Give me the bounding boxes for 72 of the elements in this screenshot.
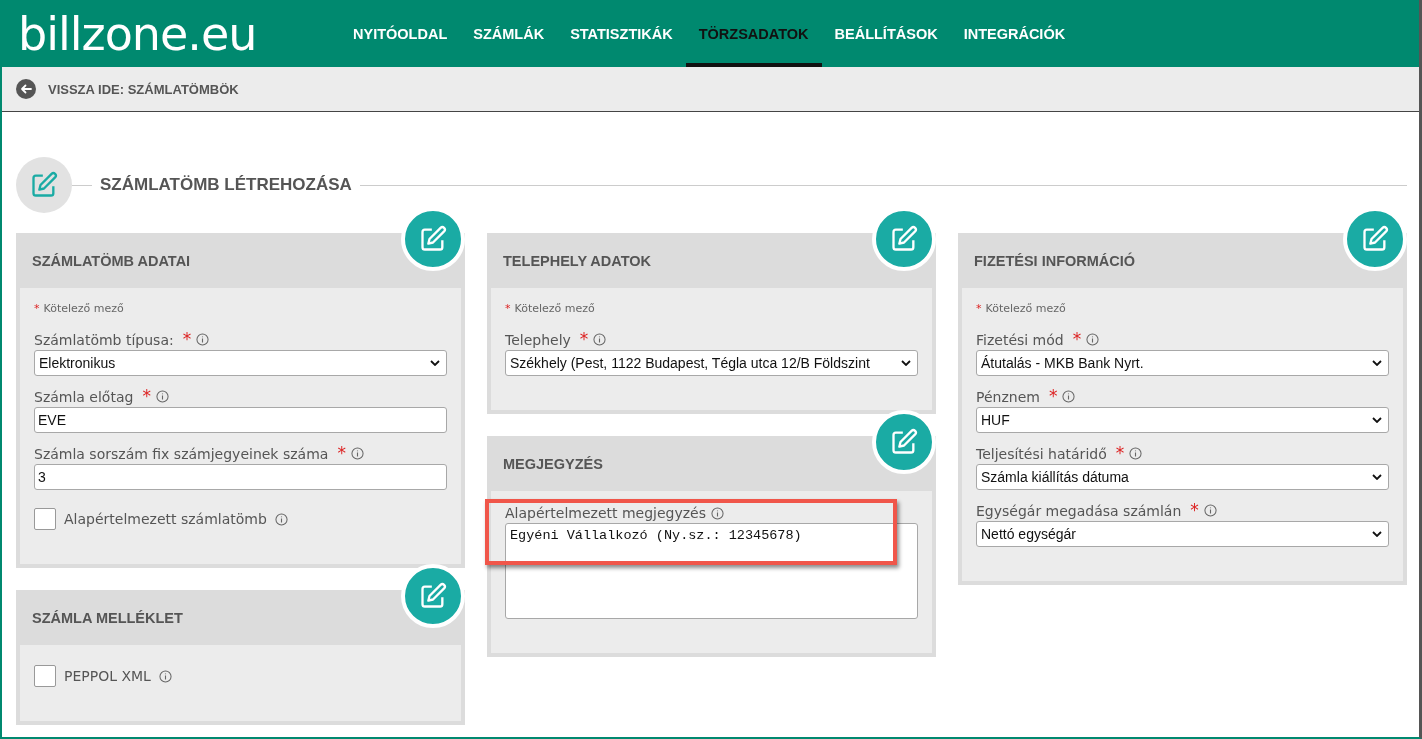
- dropdown[interactable]: Számla kiállítás dátuma: [976, 464, 1389, 490]
- required-mark: *: [579, 331, 589, 348]
- required-mark: *: [505, 302, 511, 315]
- chevron-down-icon: [901, 360, 911, 366]
- required-mark: *: [182, 331, 192, 348]
- required-mark: *: [976, 302, 982, 315]
- edit-icon: [1361, 225, 1389, 253]
- info-icon[interactable]: [711, 506, 724, 520]
- dropdown[interactable]: Székhely (Pest, 1122 Budapest, Tégla utca 12/B Földszint: [505, 350, 918, 376]
- edit-icon: [890, 225, 918, 253]
- required-note: Kötelező mező: [985, 302, 1066, 315]
- input-field[interactable]: EVE: [34, 407, 447, 433]
- info-icon[interactable]: [274, 512, 288, 526]
- required-mark: *: [1115, 445, 1125, 462]
- field-label: Számlatömb típusa:: [34, 331, 174, 348]
- field-label: Teljesítési határidő: [976, 445, 1107, 462]
- input-field[interactable]: 3: [34, 464, 447, 490]
- field-label: Számla előtag: [34, 388, 134, 405]
- nav-tab[interactable]: NYITÓOLDAL: [340, 0, 461, 67]
- required-mark: *: [142, 388, 151, 405]
- info-icon[interactable]: [1062, 390, 1076, 403]
- edit-icon: [890, 428, 918, 456]
- section-title: SZÁMLATÖMB LÉTREHOZÁSA: [100, 175, 352, 195]
- checkbox[interactable]: [34, 508, 56, 530]
- info-icon[interactable]: [1129, 447, 1143, 460]
- checkbox-label: Alapértelmezett számlatömb: [64, 511, 267, 527]
- dropdown[interactable]: HUF: [976, 407, 1389, 433]
- required-note: Kötelező mező: [514, 302, 595, 315]
- info-icon[interactable]: [158, 669, 172, 683]
- info-icon[interactable]: [196, 333, 210, 346]
- checkbox[interactable]: [34, 665, 56, 687]
- field-label: Egységár megadása számlán: [976, 502, 1182, 519]
- nav-tab[interactable]: SZÁMLÁK: [460, 0, 558, 67]
- field-label: Fizetési mód: [976, 331, 1064, 348]
- nav-tab[interactable]: INTEGRÁCIÓK: [950, 0, 1079, 67]
- dropdown[interactable]: Elektronikus: [34, 350, 447, 376]
- required-mark: *: [1048, 388, 1058, 405]
- info-icon[interactable]: [593, 333, 607, 346]
- panel-title: FIZETÉSI INFORMÁCIÓ: [974, 252, 1136, 269]
- back-link[interactable]: VISSZA IDE: SZÁMLATÖMBÖK: [48, 81, 239, 97]
- required-note: Kötelező mező: [43, 302, 124, 315]
- field-label: Számla sorszám fix számjegyeinek száma: [34, 445, 329, 462]
- panel-title: SZÁMLATÖMB ADATAI: [32, 252, 191, 269]
- edit-icon: [419, 225, 447, 253]
- field-label: Alapértelmezett megjegyzés: [505, 505, 706, 521]
- panel-title: SZÁMLA MELLÉKLET: [32, 609, 183, 626]
- field-label: Pénznem: [976, 388, 1040, 405]
- info-icon[interactable]: [350, 447, 364, 460]
- edit-icon: [419, 582, 447, 610]
- required-mark: *: [1190, 502, 1199, 519]
- chevron-down-icon: [430, 360, 440, 366]
- logo[interactable]: billzone.eu: [18, 10, 318, 57]
- info-icon[interactable]: [1086, 333, 1100, 346]
- edit-icon: [30, 171, 58, 199]
- chevron-down-icon: [1372, 417, 1382, 423]
- chevron-down-icon: [1372, 360, 1382, 366]
- nav-tab[interactable]: STATISZTIKÁK: [557, 0, 686, 67]
- text-area[interactable]: Egyéni Vállalkozó (Ny.sz.: 12345678): [505, 523, 918, 619]
- required-mark: *: [1072, 331, 1082, 348]
- required-mark: *: [337, 445, 346, 462]
- nav-tab[interactable]: BEÁLLÍTÁSOK: [821, 0, 951, 67]
- chevron-down-icon: [1372, 474, 1382, 480]
- panel-title: TELEPHELY ADATOK: [503, 252, 651, 269]
- panel-title: MEGJEGYZÉS: [503, 455, 603, 472]
- chevron-down-icon: [1372, 531, 1382, 537]
- info-icon[interactable]: [1203, 504, 1217, 517]
- dropdown[interactable]: Nettó egységár: [976, 521, 1389, 547]
- field-label: Telephely: [505, 331, 571, 348]
- checkbox-label: PEPPOL XML: [64, 668, 151, 684]
- dropdown[interactable]: Átutalás - MKB Bank Nyrt.: [976, 350, 1389, 376]
- required-mark: *: [34, 302, 40, 315]
- info-icon[interactable]: [155, 390, 169, 403]
